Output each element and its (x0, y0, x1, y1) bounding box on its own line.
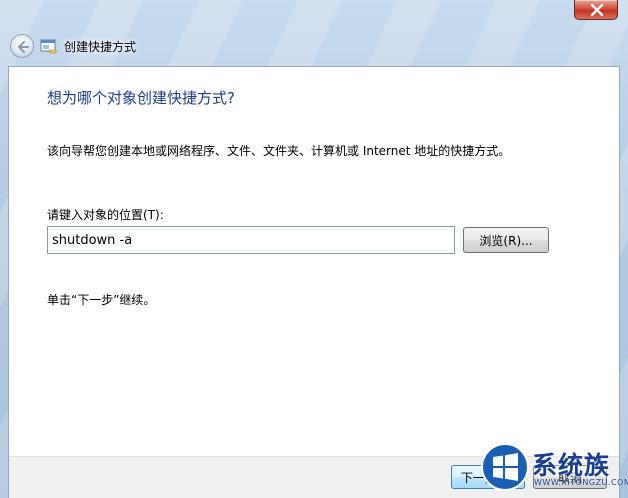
location-input[interactable] (47, 226, 455, 254)
location-label: 请键入对象的位置(T): (47, 208, 164, 222)
page-heading: 想为哪个对象创建快捷方式? (47, 89, 235, 107)
wizard-content: 想为哪个对象创建快捷方式? 该向导帮您创建本地或网络程序、文件、文件夹、计算机或… (8, 66, 620, 498)
continue-hint: 单击“下一步”继续。 (47, 293, 156, 307)
watermark-url: WWW.XITONGZU.COM (534, 478, 628, 487)
windows-logo-icon (481, 443, 529, 491)
watermark-text: 系统族 (532, 451, 611, 480)
close-button[interactable] (574, 0, 618, 20)
browse-button[interactable]: 浏览(R)... (463, 227, 549, 253)
site-watermark: 系统族 WWW.XITONGZU.COM (476, 438, 628, 496)
page-description: 该向导帮您创建本地或网络程序、文件、文件夹、计算机或 Internet 地址的快… (47, 144, 511, 158)
back-button[interactable] (10, 34, 34, 58)
window-title: 创建快捷方式 (64, 40, 137, 54)
shortcut-wizard-icon (40, 39, 57, 54)
back-arrow-icon (18, 41, 29, 53)
close-icon (590, 4, 604, 16)
